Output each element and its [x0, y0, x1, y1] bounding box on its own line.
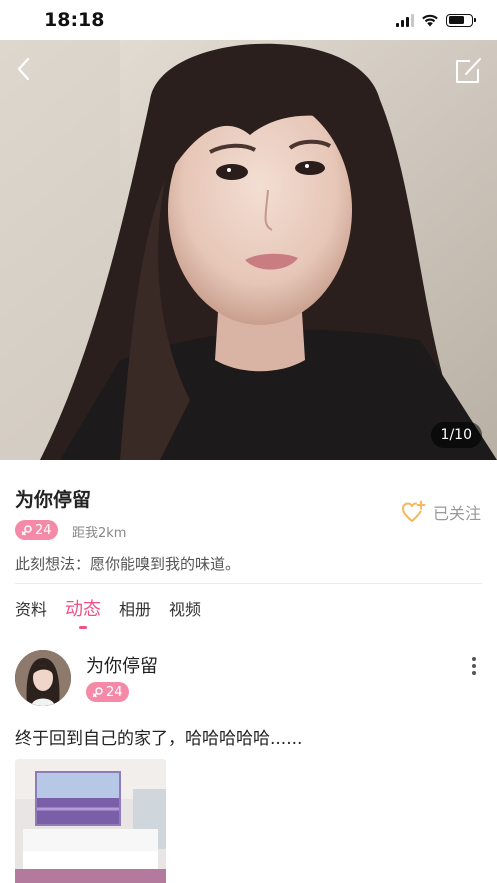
avatar[interactable] [15, 650, 71, 706]
edit-button[interactable] [453, 54, 485, 86]
follow-button[interactable]: 已关注 [401, 498, 481, 526]
female-icon [92, 687, 103, 698]
more-options-button[interactable] [467, 655, 481, 677]
distance-text: 距我2km [72, 526, 127, 541]
bedroom-photo [15, 759, 166, 883]
avatar-illustration [15, 650, 71, 706]
mood-text: 此刻想法：愿你能嗅到我的味道。 [15, 555, 241, 573]
status-icons [396, 12, 476, 28]
tab-label: 相册 [119, 600, 152, 619]
tab-video[interactable]: 视频 [169, 596, 201, 630]
profile-tabs: 资料 动态 相册 视频 [15, 596, 201, 630]
photo-counter: 1/10 [430, 422, 482, 448]
heart-plus-icon [401, 500, 426, 522]
age-badge: 24 [15, 520, 58, 540]
post-text: 终于回到自己的家了，哈哈哈哈哈...... [15, 729, 303, 749]
profile-name: 为你停留 [15, 489, 92, 511]
tab-label: 动态 [65, 599, 102, 620]
post-image[interactable] [15, 759, 166, 883]
tab-profile[interactable]: 资料 [15, 596, 47, 630]
age-value: 24 [35, 522, 52, 538]
tab-label: 资料 [15, 600, 48, 619]
tab-moments[interactable]: 动态 [65, 596, 101, 630]
status-time: 18:18 [44, 9, 105, 31]
tab-label: 视频 [169, 600, 202, 619]
portrait-illustration [0, 40, 497, 460]
post-age-badge: 24 [86, 682, 129, 702]
signal-icon [396, 13, 414, 27]
post-author: 为你停留 [86, 656, 158, 677]
wifi-icon [422, 14, 438, 27]
profile-photo[interactable]: 1/10 [0, 40, 497, 460]
status-bar: 18:18 [0, 0, 497, 40]
back-chevron-icon [17, 57, 30, 81]
follow-label: 已关注 [432, 504, 481, 523]
female-icon [21, 525, 32, 536]
active-tab-indicator [79, 626, 88, 629]
back-button[interactable] [10, 54, 36, 84]
divider [15, 583, 482, 584]
edit-icon [456, 58, 481, 83]
tab-album[interactable]: 相册 [119, 596, 151, 630]
age-value: 24 [106, 684, 123, 700]
battery-icon [446, 13, 476, 27]
